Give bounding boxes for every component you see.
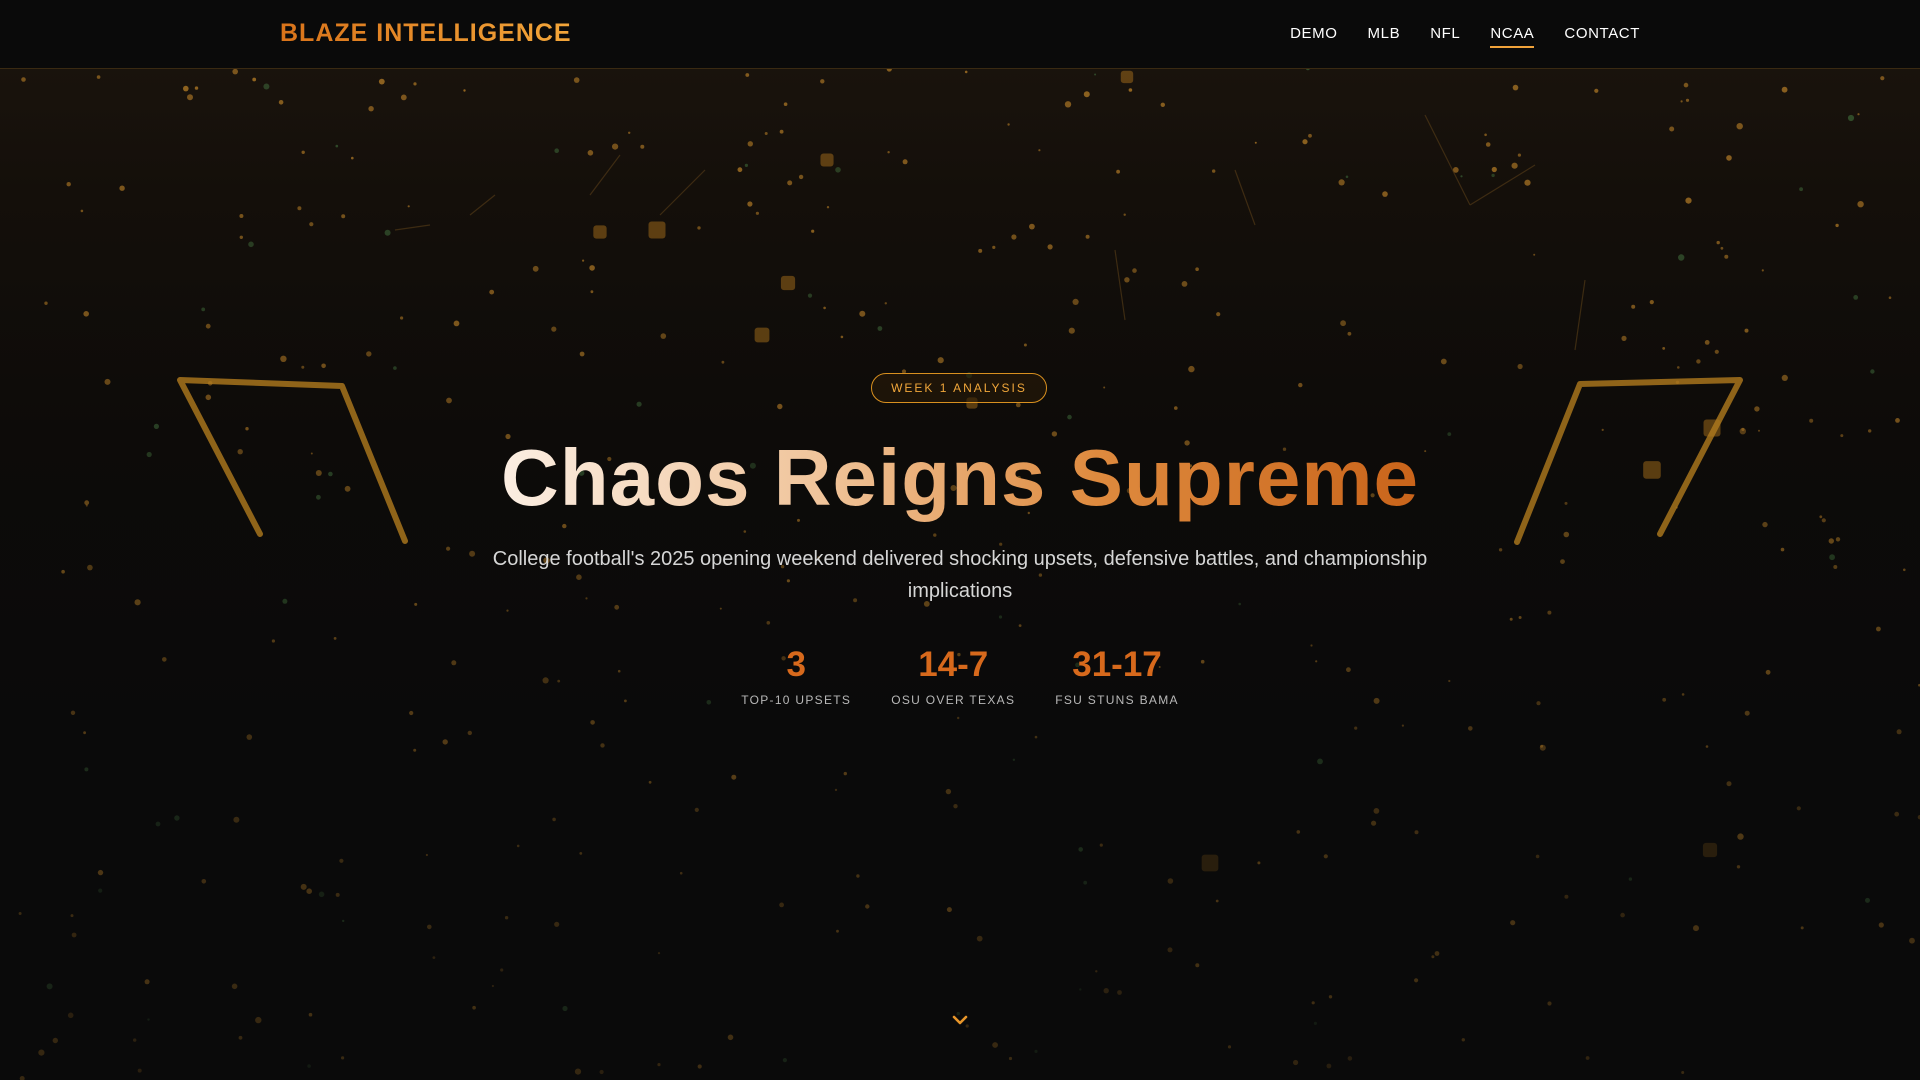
stat-label: TOP-10 UPSETS [741,693,852,707]
hero-title: Chaos Reigns Supreme [0,432,1920,524]
stat-value: 31-17 [1072,645,1162,684]
stat-value: 14-7 [918,645,989,684]
hero-section: WEEK 1 ANALYSIS Chaos Reigns Supreme Col… [0,0,1920,1080]
main-nav: DEMO MLB NFL NCAA CONTACT [1290,25,1640,48]
nav-item-contact[interactable]: CONTACT [1564,25,1640,48]
brand-logo[interactable]: BLAZE INTELLIGENCE [280,19,572,48]
chevron-down-icon[interactable] [950,1010,970,1030]
stat-label: FSU STUNS BAMA [1055,693,1179,707]
nav-item-ncaa[interactable]: NCAA [1490,25,1535,48]
hero-title-text: Chaos Reigns Supreme [500,433,1419,522]
page: BLAZE INTELLIGENCE DEMO MLB NFL NCAA CON… [0,0,1920,1080]
stat-osu-texas: 14-7 OSU OVER TEXAS [891,645,1015,707]
stats-row: 3 TOP-10 UPSETS 14-7 OSU OVER TEXAS 31-1… [0,645,1920,707]
nav-item-demo[interactable]: DEMO [1290,25,1337,48]
week-badge: WEEK 1 ANALYSIS [871,373,1047,403]
hero-subtitle: College football's 2025 opening weekend … [492,548,1428,602]
chevron-down-icon-svg [952,1015,968,1025]
stat-upsets: 3 TOP-10 UPSETS [741,645,851,707]
stat-value: 3 [786,645,806,684]
nav-item-mlb[interactable]: MLB [1368,25,1401,48]
stat-fsu-bama: 31-17 FSU STUNS BAMA [1055,645,1179,707]
top-navbar: BLAZE INTELLIGENCE DEMO MLB NFL NCAA CON… [0,0,1920,69]
nav-item-nfl[interactable]: NFL [1430,25,1460,48]
stat-label: OSU OVER TEXAS [891,693,1016,707]
